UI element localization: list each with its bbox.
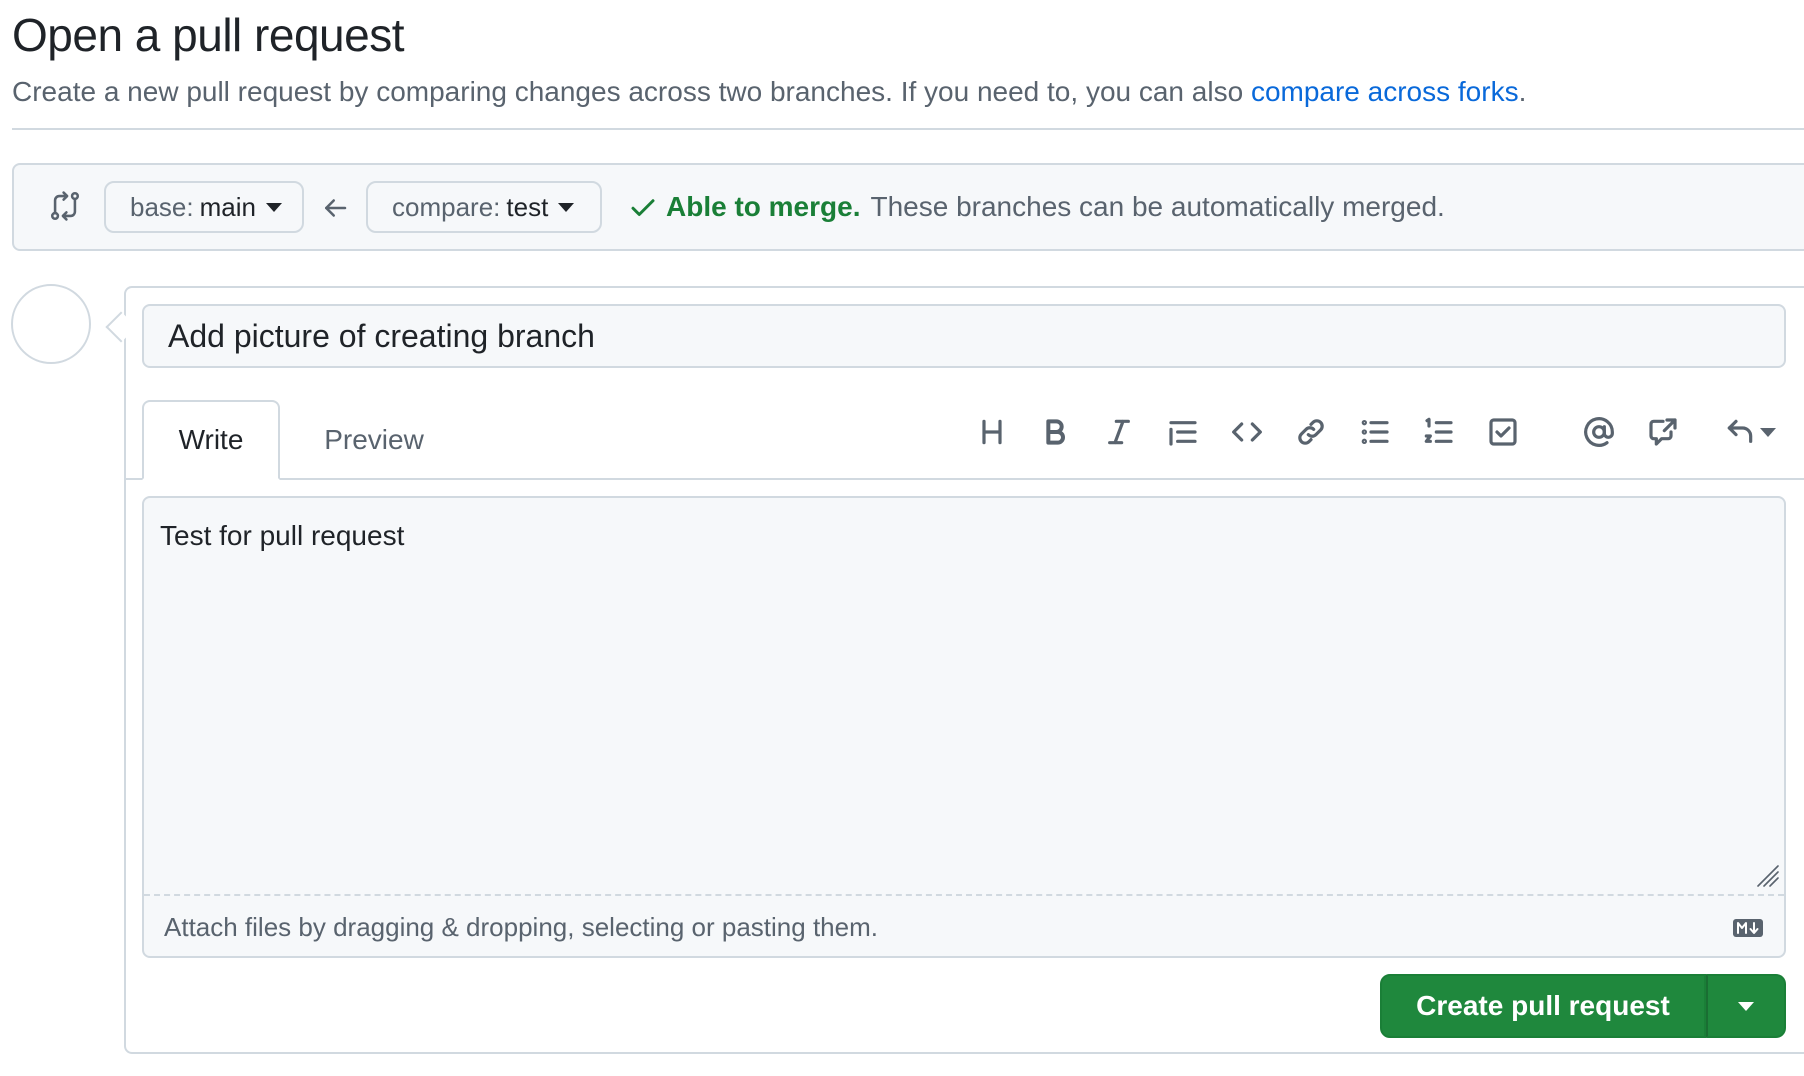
markdown-icon[interactable] bbox=[1732, 918, 1764, 938]
attach-divider bbox=[144, 894, 1784, 896]
chevron-down-icon bbox=[265, 202, 282, 212]
mention-icon[interactable] bbox=[1579, 412, 1619, 452]
unordered-list-icon[interactable] bbox=[1355, 412, 1395, 452]
base-branch-select[interactable]: base: main bbox=[104, 181, 304, 233]
resize-handle[interactable] bbox=[1756, 864, 1780, 888]
subtitle-text: Create a new pull request by comparing c… bbox=[12, 76, 1251, 107]
merge-status: Able to merge. These branches can be aut… bbox=[628, 191, 1445, 223]
arrow-left-icon bbox=[325, 199, 347, 217]
heading-icon[interactable] bbox=[972, 412, 1012, 452]
check-icon bbox=[631, 199, 655, 216]
tab-write[interactable]: Write bbox=[142, 400, 280, 480]
attach-files-hint[interactable]: Attach files by dragging & dropping, sel… bbox=[164, 912, 878, 943]
base-prefix: base: bbox=[130, 191, 194, 222]
cross-reference-icon[interactable] bbox=[1643, 412, 1683, 452]
link-icon[interactable] bbox=[1291, 412, 1331, 452]
ordered-list-icon[interactable] bbox=[1419, 412, 1459, 452]
italic-icon[interactable] bbox=[1099, 412, 1139, 452]
bold-icon[interactable] bbox=[1035, 412, 1075, 452]
compare-bar: base: main compare: test Able to merge. Th… bbox=[12, 163, 1804, 251]
base-branch-name: main bbox=[199, 191, 256, 222]
pr-title-input[interactable] bbox=[142, 304, 1786, 368]
page-subtitle: Create a new pull request by comparing c… bbox=[12, 76, 1526, 108]
code-icon[interactable] bbox=[1227, 412, 1267, 452]
create-options-dropdown[interactable] bbox=[1706, 974, 1786, 1038]
merge-status-text: These branches can be automatically merg… bbox=[870, 191, 1445, 222]
subtitle-end: . bbox=[1518, 76, 1527, 107]
create-pull-request-button[interactable]: Create pull request bbox=[1380, 974, 1706, 1038]
create-pull-request-group: Create pull request bbox=[1380, 974, 1786, 1038]
quote-icon[interactable] bbox=[1163, 412, 1203, 452]
git-compare-icon bbox=[50, 191, 80, 221]
page-title: Open a pull request bbox=[12, 9, 405, 61]
saved-replies-icon[interactable] bbox=[1720, 412, 1780, 452]
task-list-icon[interactable] bbox=[1483, 412, 1523, 452]
compare-branch-name: test bbox=[506, 191, 549, 222]
merge-ok-label: Able to merge. bbox=[666, 191, 861, 222]
chevron-down-icon bbox=[1760, 427, 1776, 437]
chevron-down-icon bbox=[558, 202, 575, 212]
tab-preview[interactable]: Preview bbox=[300, 400, 448, 480]
pr-body-textarea[interactable] bbox=[144, 498, 1784, 896]
chevron-down-icon bbox=[1738, 1001, 1754, 1011]
title-divider bbox=[12, 128, 1804, 130]
avatar[interactable] bbox=[11, 284, 91, 364]
compare-prefix: compare: bbox=[392, 191, 501, 222]
body-editor: Attach files by dragging & dropping, sel… bbox=[142, 496, 1786, 958]
compare-branch-select[interactable]: compare: test bbox=[366, 181, 602, 233]
compare-across-forks-link[interactable]: compare across forks bbox=[1251, 76, 1519, 107]
